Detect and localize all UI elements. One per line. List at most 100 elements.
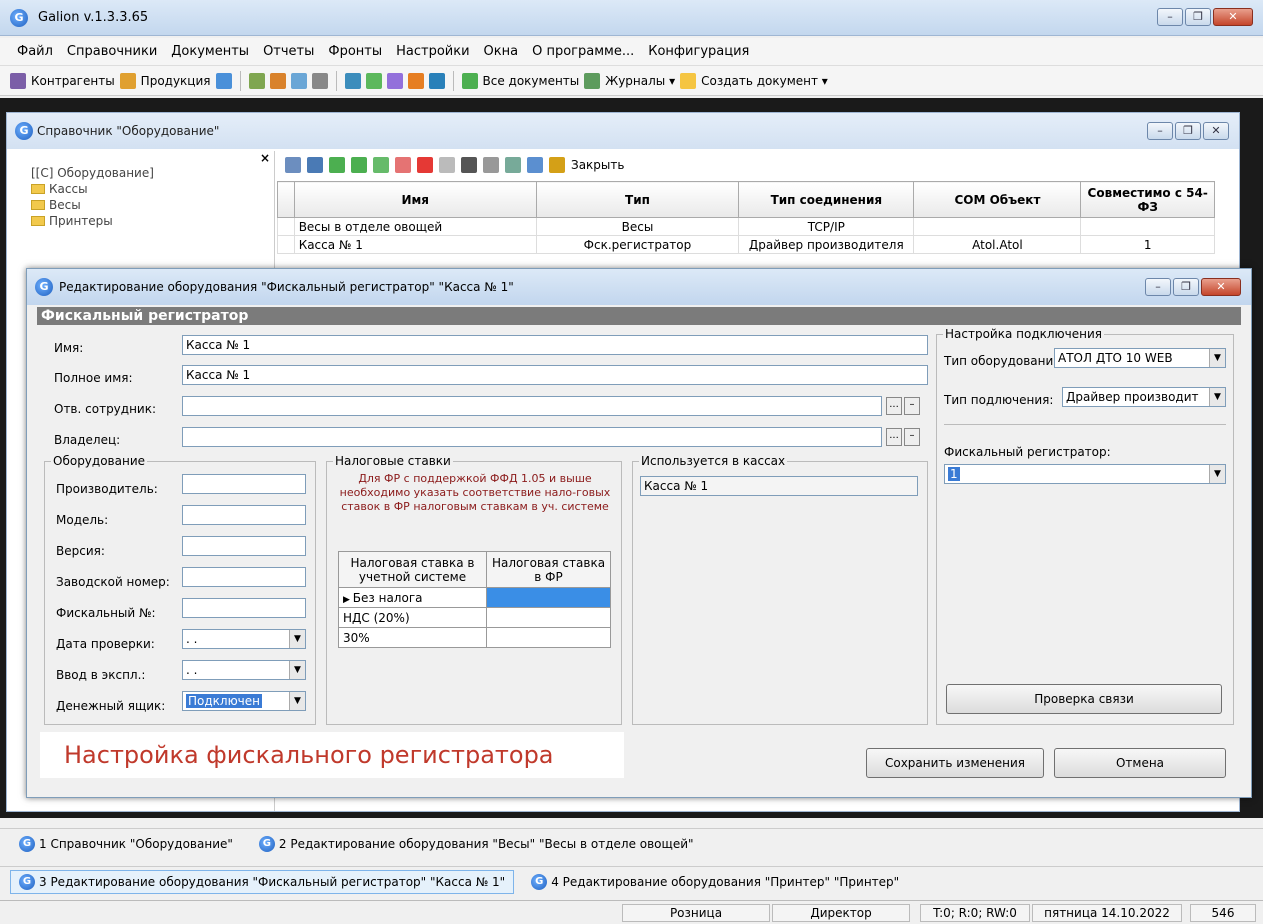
minimize-button[interactable]: – [1157,8,1183,26]
menu-fronts[interactable]: Фронты [323,42,387,61]
task-printer-edit[interactable]: G4 Редактирование оборудования "Принтер"… [522,870,908,894]
dlg-restore-button[interactable]: ❐ [1173,278,1199,296]
menu-about[interactable]: О программе... [527,42,639,61]
connection-type-select[interactable]: Драйвер производит ▼ [1062,387,1226,407]
table-row[interactable]: Касса № 1 Фск.регистратор Драйвер производ… [277,235,1215,254]
tax-fr-cell[interactable] [486,627,611,648]
all-documents-button[interactable]: Все документы [483,74,580,88]
chevron-down-icon[interactable]: ▼ [1209,349,1225,367]
tree-item-cashdesks[interactable]: Кассы [17,181,274,197]
tree-item-printers[interactable]: Принтеры [17,213,274,229]
task-reference[interactable]: G1 Справочник "Оборудование" [10,832,242,856]
owner-input[interactable] [182,427,882,447]
journals-button[interactable]: Журналы ▾ [605,74,675,88]
ref-minimize-button[interactable]: – [1147,122,1173,140]
check-date-picker[interactable]: . . ▼ [182,629,306,649]
fire-icon[interactable] [407,72,424,89]
menu-documents[interactable]: Документы [166,42,254,61]
serial-input[interactable] [182,567,306,587]
used-group-title: Используется в кассах [639,454,788,468]
restore-button[interactable]: ❐ [1185,8,1211,26]
note-icon[interactable] [428,72,445,89]
menu-windows[interactable]: Окна [479,42,524,61]
chevron-down-icon[interactable]: ▼ [289,630,305,648]
task-scales-edit[interactable]: G2 Редактирование оборудования "Весы" "В… [250,832,703,856]
contractors-button[interactable]: Контрагенты [31,74,115,88]
chevron-down-icon[interactable]: ▼ [289,692,305,710]
tools-icon[interactable] [269,72,286,89]
name-input[interactable]: Касса № 1 [182,335,928,355]
fiscal-registrar-select[interactable]: 1 ▼ [944,464,1226,484]
find-icon[interactable] [461,157,477,173]
employee-clear-button[interactable]: – [904,397,920,415]
ref-restore-button[interactable]: ❐ [1175,122,1201,140]
reference-toolbar: Закрыть [277,151,1237,179]
close-button[interactable]: ✕ [1213,8,1253,26]
truck-icon[interactable] [290,72,307,89]
dlg-minimize-button[interactable]: – [1145,278,1171,296]
tree-close-icon[interactable]: × [17,151,274,165]
arrow-down-icon[interactable] [351,157,367,173]
monitor-icon[interactable] [365,72,382,89]
commission-date-picker[interactable]: . . ▼ [182,660,306,680]
col-com[interactable]: COM Объект [913,181,1082,218]
col-type[interactable]: Тип [535,181,740,218]
chevron-down-icon[interactable]: ▼ [289,661,305,679]
table-row[interactable]: Весы в отделе овощей Весы TCP/IP [277,217,1215,236]
chart-icon[interactable] [248,72,265,89]
col-54fz[interactable]: Совместимо с 54-ФЗ [1080,181,1215,218]
copy-icon[interactable] [439,157,455,173]
create-document-button[interactable]: Создать документ ▾ [701,74,828,88]
window-icon[interactable] [344,72,361,89]
dlg-close-button[interactable]: ✕ [1201,278,1241,296]
products-button[interactable]: Продукция [141,74,211,88]
col-connection[interactable]: Тип соединения [738,181,915,218]
equipment-type-select[interactable]: АТОЛ ДТО 10 WEB ▼ [1054,348,1226,368]
table-row[interactable]: 30% [338,627,611,648]
add-icon[interactable] [373,157,389,173]
edit-icon[interactable] [386,72,403,89]
menu-references[interactable]: Справочники [62,42,162,61]
grid-icon[interactable] [307,157,323,173]
menu-settings[interactable]: Настройки [391,42,474,61]
arrow-up-icon[interactable] [329,157,345,173]
tax-fr-cell[interactable] [486,587,611,608]
table-row[interactable]: НДС (20%) [338,607,611,628]
fullname-input[interactable]: Касса № 1 [182,365,928,385]
tree-item-scales[interactable]: Весы [17,197,274,213]
fiscal-number-input[interactable] [182,598,306,618]
report-icon[interactable] [505,157,521,173]
view-icon[interactable] [285,157,301,173]
chevron-down-icon[interactable]: ▼ [1209,388,1225,406]
tree-root[interactable]: [[C] Оборудование] [17,165,274,181]
edit-record-icon[interactable] [395,157,411,173]
table-row[interactable]: ▶ Без налога [338,587,611,608]
ref-close-button[interactable]: ✕ [1203,122,1229,140]
employee-browse-button[interactable]: ... [886,397,902,415]
delete-icon[interactable] [417,157,433,173]
owner-browse-button[interactable]: ... [886,428,902,446]
version-input[interactable] [182,536,306,556]
layout-icon[interactable] [527,157,543,173]
owner-clear-button[interactable]: – [904,428,920,446]
fiscal-registrar-label: Фискальный регистратор: [944,445,1111,459]
print-icon[interactable] [483,157,499,173]
list-icon[interactable] [311,72,328,89]
employee-input[interactable] [182,396,882,416]
task-fiscal-edit[interactable]: G3 Редактирование оборудования "Фискальн… [10,869,515,894]
used-cashdesk-item[interactable]: Касса № 1 [640,476,918,496]
cash-drawer-select[interactable]: Подключен ▼ [182,691,306,711]
tax-fr-cell[interactable] [486,607,611,628]
save-changes-button[interactable]: Сохранить изменения [866,748,1044,778]
menu-configuration[interactable]: Конфигурация [643,42,754,61]
check-connection-button[interactable]: Проверка связи [946,684,1222,714]
chevron-down-icon[interactable]: ▼ [1209,465,1225,483]
close-reference-button[interactable]: Закрыть [571,158,624,172]
manufacturer-input[interactable] [182,474,306,494]
model-input[interactable] [182,505,306,525]
menu-reports[interactable]: Отчеты [258,42,319,61]
cancel-button[interactable]: Отмена [1054,748,1226,778]
col-name[interactable]: Имя [293,181,537,218]
calculator-icon[interactable] [215,72,232,89]
menu-file[interactable]: Файл [12,42,58,61]
